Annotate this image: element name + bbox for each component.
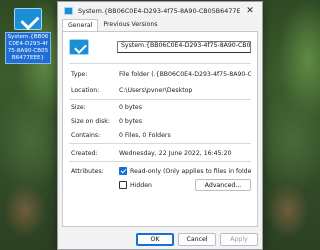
size-label: Size: <box>71 103 86 111</box>
size-value: 0 bytes <box>119 103 142 111</box>
close-button[interactable]: ✕ <box>238 2 262 19</box>
desktop-icon-label: System.{BB06C0E4-D293-4f75-8A90-CB05B647… <box>5 32 51 64</box>
hidden-checkbox[interactable] <box>119 181 127 189</box>
tab-bar: General Previous Versions <box>58 19 262 31</box>
folder-icon <box>69 39 89 55</box>
cancel-button[interactable]: Cancel <box>178 233 216 246</box>
tab-previous-versions[interactable]: Previous Versions <box>98 19 162 31</box>
divider <box>69 143 251 144</box>
divider <box>69 63 251 64</box>
location-label: Location: <box>71 86 100 94</box>
window-title: System.{BB06C0E4-D293-4f75-8A90-CB05B647… <box>78 6 240 15</box>
contains-row: Contains: 0 Files, 0 Folders <box>71 130 251 140</box>
type-row: Type: File folder (.{BB06C0E4-D293-4f75-… <box>71 69 251 79</box>
divider <box>69 161 251 162</box>
type-label: Type: <box>71 70 88 78</box>
created-label: Created: <box>71 149 98 157</box>
size-on-disk-value: 0 bytes <box>119 117 142 125</box>
folder-icon <box>64 6 73 15</box>
attributes-row: Attributes: Read-only (Only applies to f… <box>71 166 251 176</box>
ok-button[interactable]: OK <box>136 233 174 246</box>
properties-dialog: System.{BB06C0E4-D293-4f75-8A90-CB05B647… <box>57 1 263 250</box>
attributes-label: Attributes: <box>71 167 104 175</box>
apply-button[interactable]: Apply <box>220 233 258 246</box>
divider <box>69 99 251 100</box>
location-value: C:\Users\pvner\Desktop <box>119 86 193 94</box>
folder-icon <box>14 8 42 30</box>
created-value: Wednesday, 22 June 2022, 16:45:20 <box>119 149 232 157</box>
readonly-checkbox[interactable] <box>119 167 127 175</box>
desktop-folder-icon[interactable]: System.{BB06C0E4-D293-4f75-8A90-CB05B647… <box>3 8 53 64</box>
created-row: Created: Wednesday, 22 June 2022, 16:45:… <box>71 148 251 158</box>
size-on-disk-label: Size on disk: <box>71 117 110 125</box>
readonly-label[interactable]: Read-only (Only applies to files in fold… <box>130 168 251 175</box>
name-row: System.{BB06C0E4-D293-4f75-8A90-CB05B647… <box>69 39 251 55</box>
type-value: File folder (.{BB06C0E4-D293-4f75-8A90-C… <box>119 70 251 78</box>
location-row: Location: C:\Users\pvner\Desktop <box>71 85 251 95</box>
size-on-disk-row: Size on disk: 0 bytes <box>71 116 251 126</box>
contains-value: 0 Files, 0 Folders <box>119 131 171 139</box>
name-field[interactable]: System.{BB06C0E4-D293-4f75-8A90-CB05B647… <box>117 41 251 53</box>
general-panel: System.{BB06C0E4-D293-4f75-8A90-CB05B647… <box>62 31 258 227</box>
hidden-label[interactable]: Hidden <box>130 182 187 189</box>
tab-general[interactable]: General <box>62 19 99 31</box>
advanced-button[interactable]: Advanced... <box>195 179 251 191</box>
title-bar[interactable]: System.{BB06C0E4-D293-4f75-8A90-CB05B647… <box>58 2 262 19</box>
contains-label: Contains: <box>71 131 101 139</box>
hidden-row: Hidden <box>119 180 187 190</box>
size-row: Size: 0 bytes <box>71 102 251 112</box>
